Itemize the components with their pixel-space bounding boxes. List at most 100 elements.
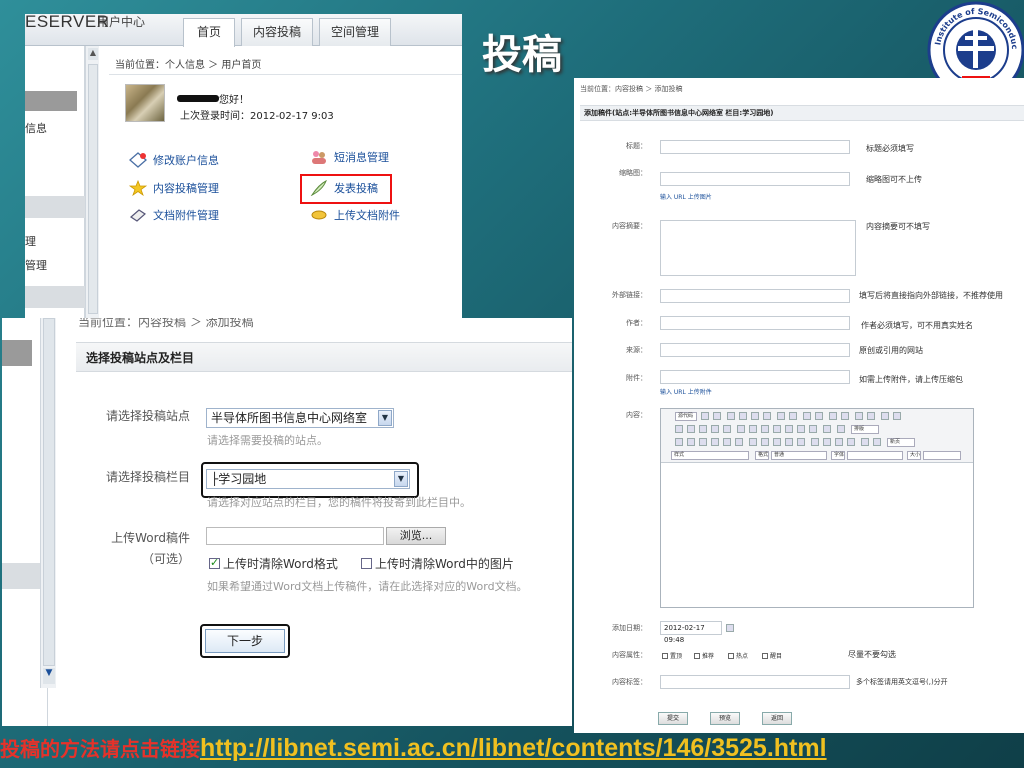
bg-color-icon[interactable] [837, 425, 845, 433]
source-input[interactable] [660, 343, 850, 357]
attachment-input[interactable] [660, 370, 850, 384]
print-icon[interactable] [777, 412, 785, 420]
tab-space-management[interactable]: 空间管理 [319, 18, 391, 46]
chevron-down-icon[interactable]: ▼ [378, 410, 392, 426]
tab-home[interactable]: 首页 [183, 18, 235, 47]
clear-images-checkbox[interactable]: 上传时清除Word中的图片 [361, 555, 514, 572]
sidebar-group-header[interactable] [25, 196, 85, 218]
outdent-icon[interactable] [773, 438, 781, 446]
redo-icon[interactable] [815, 412, 823, 420]
tab-content-submission[interactable]: 内容投稿 [241, 18, 313, 46]
align-left-icon[interactable] [811, 438, 819, 446]
image-icon[interactable] [881, 412, 889, 420]
attr-recommend-checkbox[interactable]: 推荐 [694, 651, 714, 660]
external-link-input[interactable] [660, 289, 850, 303]
attr-hot-checkbox[interactable]: 热点 [728, 651, 748, 660]
content-manage-link[interactable]: 内容投稿管理 [129, 180, 219, 196]
source-code-button[interactable]: 源代码 [675, 412, 697, 421]
next-step-button[interactable]: 下一步 [205, 629, 285, 653]
select-all-icon[interactable] [855, 412, 863, 420]
thumbnail-links[interactable]: 输入 URL 上传图片 [660, 192, 712, 201]
scrollbar-thumb[interactable] [43, 318, 55, 666]
link-icon[interactable] [861, 438, 869, 446]
attr-top-checkbox[interactable]: 置顶 [662, 651, 682, 660]
remove-format-icon[interactable] [867, 412, 875, 420]
font-select[interactable] [847, 451, 903, 460]
new-page-button[interactable]: 新页 [887, 438, 915, 447]
underline-icon[interactable] [699, 438, 707, 446]
flash-icon[interactable] [893, 412, 901, 420]
sidebar-group-header-2[interactable] [25, 286, 85, 308]
select-field-icon[interactable] [797, 425, 805, 433]
tags-input[interactable] [660, 675, 850, 689]
undo-icon[interactable] [803, 412, 811, 420]
attr-eyecatch-checkbox[interactable]: 醒目 [762, 651, 782, 660]
author-input[interactable] [660, 316, 850, 330]
form-icon[interactable] [737, 425, 745, 433]
sidebar-item-manage-2[interactable]: 管理 [25, 257, 47, 273]
checkbox-unchecked-icon[interactable] [694, 652, 700, 659]
attachment-links[interactable]: 输入 URL 上传附件 [660, 387, 712, 396]
indent-icon[interactable] [785, 438, 793, 446]
checkbox-icon[interactable] [749, 425, 757, 433]
superscript-icon[interactable] [735, 438, 743, 446]
button-field-icon[interactable] [809, 425, 817, 433]
site-select[interactable]: 半导体所图书信息中心网络室 ▼ [206, 408, 394, 428]
cut-icon[interactable] [727, 412, 735, 420]
sidebar-group-header[interactable] [2, 563, 40, 589]
rich-text-editor[interactable]: 源代码 排版 新页 样式 格式 普通 字体 大小 [660, 408, 974, 608]
find-icon[interactable] [829, 412, 837, 420]
radio-icon[interactable] [761, 425, 769, 433]
scroll-up-arrow-icon[interactable]: ▲ [88, 48, 98, 60]
calendar-icon[interactable] [726, 624, 734, 632]
checkbox-checked-icon[interactable] [209, 556, 220, 569]
back-button[interactable]: 返回 [762, 712, 792, 725]
sidebar-item-selected[interactable] [2, 340, 32, 366]
sidebar-scrollbar[interactable]: ▲ [85, 46, 99, 319]
textarea-icon[interactable] [785, 425, 793, 433]
replace-icon[interactable] [841, 412, 849, 420]
checkbox-unchecked-icon[interactable] [361, 558, 372, 569]
align-right-icon[interactable] [835, 438, 843, 446]
new-doc-icon[interactable] [701, 412, 709, 420]
chevron-down-icon[interactable]: ▼ [394, 471, 408, 487]
word-file-input[interactable] [206, 527, 384, 545]
horizontal-rule-icon[interactable] [699, 425, 707, 433]
strikethrough-icon[interactable] [711, 438, 719, 446]
smiley-icon[interactable] [711, 425, 719, 433]
doc-attachment-link[interactable]: 文档附件管理 [129, 207, 219, 223]
format-select[interactable]: 普通 [771, 451, 827, 460]
sidebar-item-selected[interactable] [25, 91, 77, 111]
thumbnail-input[interactable] [660, 172, 850, 186]
title-input[interactable] [660, 140, 850, 154]
unordered-list-icon[interactable] [761, 438, 769, 446]
edit-account-link[interactable]: 修改账户信息 [129, 152, 219, 168]
typeset-button[interactable]: 排版 [851, 425, 879, 434]
spellcheck-icon[interactable] [789, 412, 797, 420]
clear-format-checkbox[interactable]: 上传时清除Word格式 [209, 555, 338, 572]
checkbox-unchecked-icon[interactable] [762, 652, 768, 659]
bold-icon[interactable] [675, 438, 683, 446]
browse-button[interactable]: 浏览... [386, 527, 446, 545]
paste-icon[interactable] [751, 412, 759, 420]
sidebar-scrollbar[interactable]: ▼ [40, 318, 56, 688]
insert-image-icon[interactable] [675, 425, 683, 433]
subscript-icon[interactable] [723, 438, 731, 446]
column-select[interactable]: ├学习园地 ▼ [206, 469, 410, 489]
checkbox-unchecked-icon[interactable] [728, 652, 734, 659]
table-icon[interactable] [687, 425, 695, 433]
sidebar-item-info[interactable]: 信息 [25, 120, 47, 136]
special-char-icon[interactable] [723, 425, 731, 433]
preview-button[interactable]: 预览 [710, 712, 740, 725]
messages-link[interactable]: 短消息管理 [310, 149, 389, 165]
save-icon[interactable] [713, 412, 721, 420]
copy-icon[interactable] [739, 412, 747, 420]
align-center-icon[interactable] [823, 438, 831, 446]
scroll-down-arrow-icon[interactable]: ▼ [43, 668, 55, 684]
submission-guide-link[interactable]: http://libnet.semi.ac.cn/libnet/contents… [200, 734, 827, 762]
style-select[interactable]: 样式 [671, 451, 749, 460]
summary-textarea[interactable] [660, 220, 856, 276]
size-select[interactable] [923, 451, 961, 460]
upload-attachment-link[interactable]: 上传文档附件 [310, 207, 400, 223]
ordered-list-icon[interactable] [749, 438, 757, 446]
